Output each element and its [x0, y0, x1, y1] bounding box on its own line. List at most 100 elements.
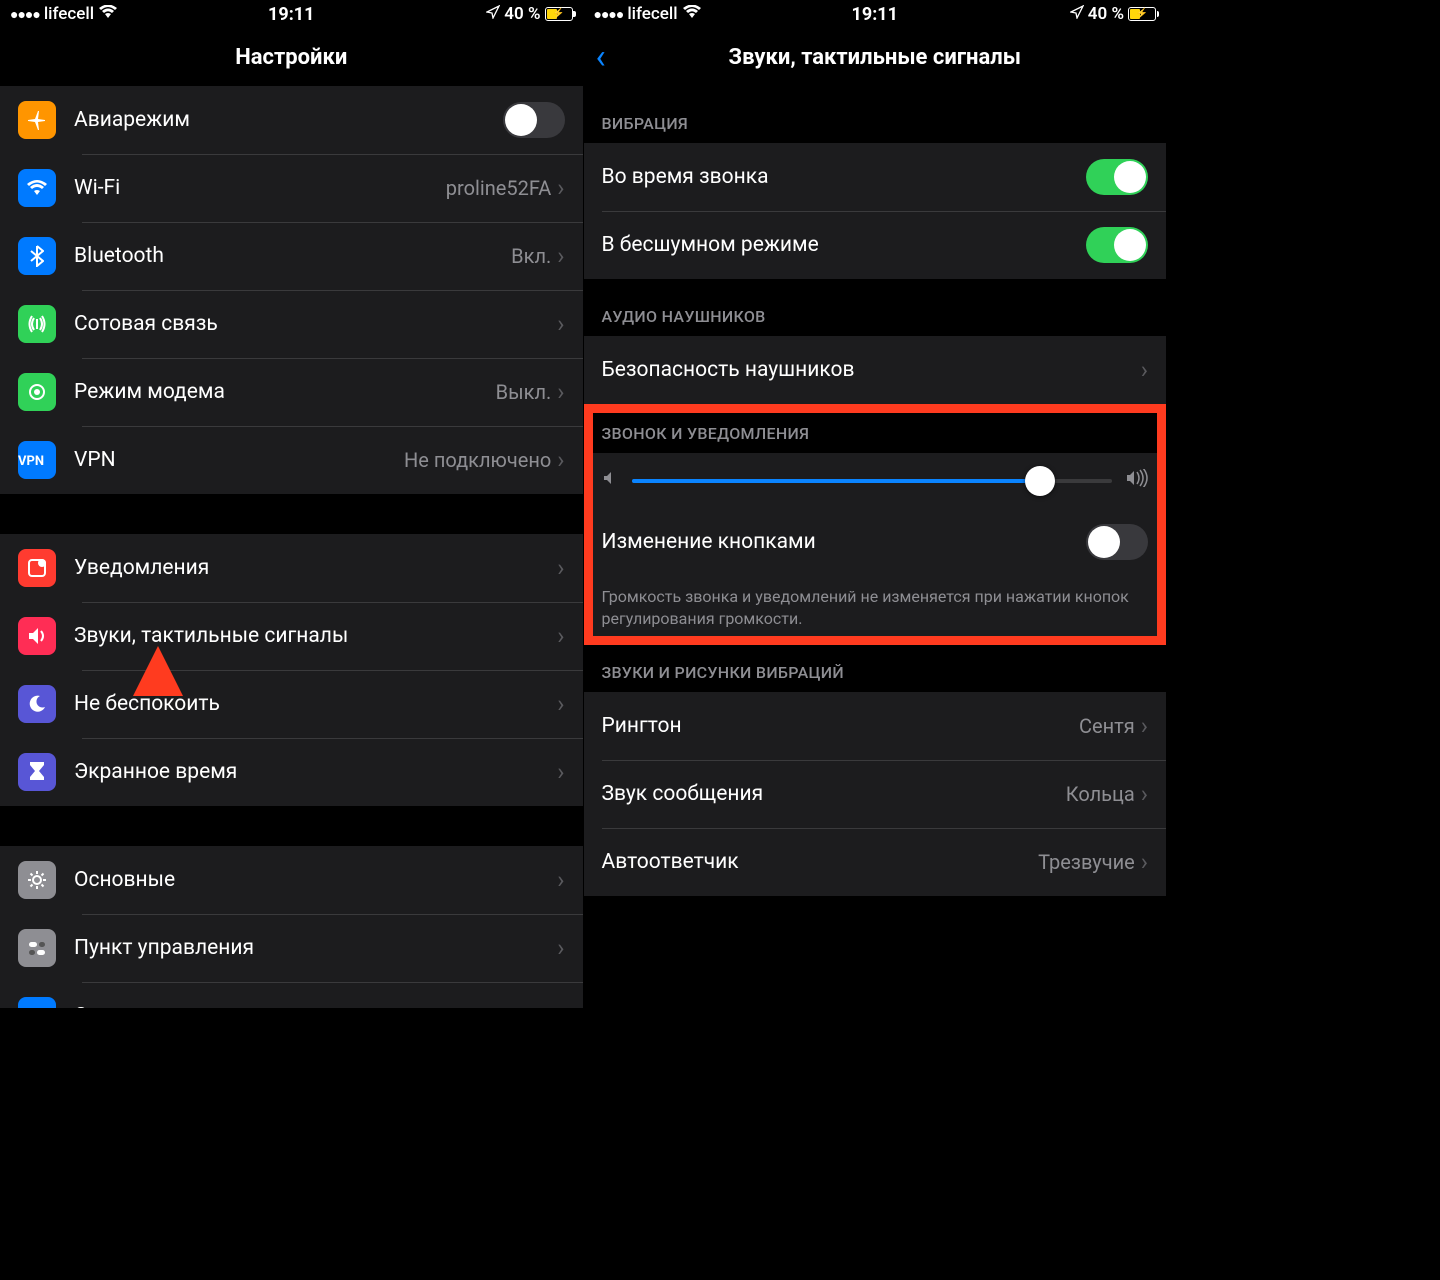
- header: ‹ Звуки, тактильные сигналы: [584, 28, 1167, 86]
- row-label: Звуки, тактильные сигналы: [74, 624, 557, 648]
- header: Настройки: [0, 28, 583, 86]
- row-label: Рингтон: [602, 714, 1080, 738]
- vpn-icon: VPN: [18, 441, 56, 479]
- settings-row-sounds[interactable]: Звуки, тактильные сигналы›: [0, 602, 583, 670]
- settings-row-bluetooth[interactable]: BluetoothВкл.›: [0, 222, 583, 290]
- slider-thumb[interactable]: [1025, 466, 1055, 496]
- row-value: Трезвучие: [1038, 850, 1135, 874]
- hotspot-icon: [18, 373, 56, 411]
- chevron-right-icon: ›: [557, 622, 564, 650]
- volume-low-icon: [602, 470, 618, 491]
- settings-row-cellular[interactable]: Сотовая связь›: [0, 290, 583, 358]
- settings-row-screentime[interactable]: Экранное время›: [0, 738, 583, 806]
- chevron-right-icon: ›: [557, 690, 564, 718]
- row-ringer-volume[interactable]: [584, 453, 1167, 508]
- row-label: Режим модема: [74, 380, 496, 404]
- row-change-with-buttons[interactable]: Изменение кнопками: [584, 508, 1167, 576]
- screentime-icon: [18, 753, 56, 791]
- location-icon: [486, 4, 500, 24]
- back-button[interactable]: ‹: [596, 37, 606, 77]
- status-bar: ●●●● lifecell 19:11 40 % ⚡: [0, 0, 583, 28]
- settings-row-display[interactable]: AAЭкран и яркость›: [0, 982, 583, 1008]
- settings-row-control[interactable]: Пункт управления›: [0, 914, 583, 982]
- row-label: VPN: [74, 448, 404, 472]
- sounds-icon: [18, 617, 56, 655]
- volume-slider[interactable]: [632, 479, 1113, 483]
- row-label: Автоответчик: [602, 850, 1039, 874]
- row-headphone-safety[interactable]: Безопасность наушников ›: [584, 336, 1167, 404]
- toggle-change-with-buttons[interactable]: [1086, 524, 1148, 560]
- row-label: Безопасность наушников: [602, 358, 1141, 382]
- carrier-name: lifecell: [44, 4, 94, 24]
- row-nav[interactable]: РингтонСентя›: [584, 692, 1167, 760]
- screen-sounds: ●●●● lifecell 19:11 40 % ⚡ ‹ Звуки, такт…: [583, 0, 1167, 1008]
- row-label: Основные: [74, 868, 557, 892]
- row-label: В бесшумном режиме: [602, 233, 1087, 257]
- chevron-right-icon: ›: [557, 866, 564, 894]
- settings-row-dnd[interactable]: Не беспокоить›: [0, 670, 583, 738]
- row-value: proline52FA: [446, 176, 552, 200]
- row-label: Wi-Fi: [74, 176, 446, 200]
- row-value: Выкл.: [496, 380, 552, 404]
- chevron-right-icon: ›: [557, 174, 564, 202]
- control-icon: [18, 929, 56, 967]
- row-label: Не беспокоить: [74, 692, 557, 716]
- section-header-ringer: ЗВОНОК И УВЕДОМЛЕНИЯ: [584, 406, 1167, 453]
- battery-icon: ⚡: [545, 7, 573, 21]
- toggle[interactable]: [1086, 227, 1148, 263]
- row-label: Авиарежим: [74, 108, 503, 132]
- annotation-highlight: ЗВОНОК И УВЕДОМЛЕНИЯ Изменение кнопкам: [584, 404, 1167, 645]
- section-header-headphone: АУДИО НАУШНИКОВ: [584, 279, 1167, 336]
- row-label: Пункт управления: [74, 936, 557, 960]
- battery-pct: 40 %: [504, 4, 540, 24]
- row-label: Экранное время: [74, 760, 557, 784]
- row-value: Вкл.: [511, 244, 551, 268]
- toggle-airplane[interactable]: [503, 102, 565, 138]
- chevron-right-icon: ›: [1141, 356, 1148, 384]
- settings-row-hotspot[interactable]: Режим модемаВыкл.›: [0, 358, 583, 426]
- clock-time: 19:11: [852, 4, 898, 25]
- wifi-icon: [18, 169, 56, 207]
- notifications-icon: [18, 549, 56, 587]
- clock-time: 19:11: [268, 4, 314, 25]
- page-title: Звуки, тактильные сигналы: [729, 45, 1021, 70]
- settings-row-vpn[interactable]: VPNVPNНе подключено›: [0, 426, 583, 494]
- row-value: Не подключено: [404, 448, 551, 472]
- chevron-right-icon: ›: [557, 446, 564, 474]
- row-nav[interactable]: Звук сообщенияКольца›: [584, 760, 1167, 828]
- settings-row-notifications[interactable]: Уведомления›: [0, 534, 583, 602]
- row-label: Bluetooth: [74, 244, 511, 268]
- section-header-patterns: ЗВУКИ И РИСУНКИ ВИБРАЦИЙ: [584, 645, 1167, 692]
- row-value: Сентя: [1079, 714, 1135, 738]
- battery-pct: 40 %: [1088, 4, 1124, 24]
- row-label: Изменение кнопками: [602, 530, 1087, 554]
- settings-row-wifi[interactable]: Wi-Fiproline52FA›: [0, 154, 583, 222]
- settings-row-general[interactable]: Основные›: [0, 846, 583, 914]
- volume-high-icon: [1126, 469, 1148, 492]
- status-bar: ●●●● lifecell 19:11 40 % ⚡: [584, 0, 1167, 28]
- chevron-right-icon: ›: [557, 554, 564, 582]
- wifi-icon: [682, 4, 702, 24]
- carrier-name: lifecell: [627, 4, 677, 24]
- chevron-right-icon: ›: [557, 242, 564, 270]
- bluetooth-icon: [18, 237, 56, 275]
- toggle[interactable]: [1086, 159, 1148, 195]
- row-toggle[interactable]: Во время звонка: [584, 143, 1167, 211]
- row-label: Сотовая связь: [74, 312, 557, 336]
- row-toggle[interactable]: В бесшумном режиме: [584, 211, 1167, 279]
- chevron-right-icon: ›: [557, 1002, 564, 1008]
- chevron-right-icon: ›: [557, 310, 564, 338]
- cellular-icon: [18, 305, 56, 343]
- section-footer-ringer: Громкость звонка и уведомлений не изменя…: [584, 576, 1167, 645]
- svg-text:VPN: VPN: [18, 454, 44, 469]
- settings-row-airplane[interactable]: Авиарежим: [0, 86, 583, 154]
- screen-settings-root: ●●●● lifecell 19:11 40 % ⚡ Настройки Ави…: [0, 0, 583, 1008]
- display-icon: AA: [18, 997, 56, 1008]
- section-header-vibration: ВИБРАЦИЯ: [584, 86, 1167, 143]
- row-nav[interactable]: АвтоответчикТрезвучие›: [584, 828, 1167, 896]
- signal-icon: ●●●●: [594, 6, 624, 23]
- airplane-icon: [18, 101, 56, 139]
- row-label: Уведомления: [74, 556, 557, 580]
- chevron-right-icon: ›: [1141, 712, 1148, 740]
- chevron-right-icon: ›: [557, 758, 564, 786]
